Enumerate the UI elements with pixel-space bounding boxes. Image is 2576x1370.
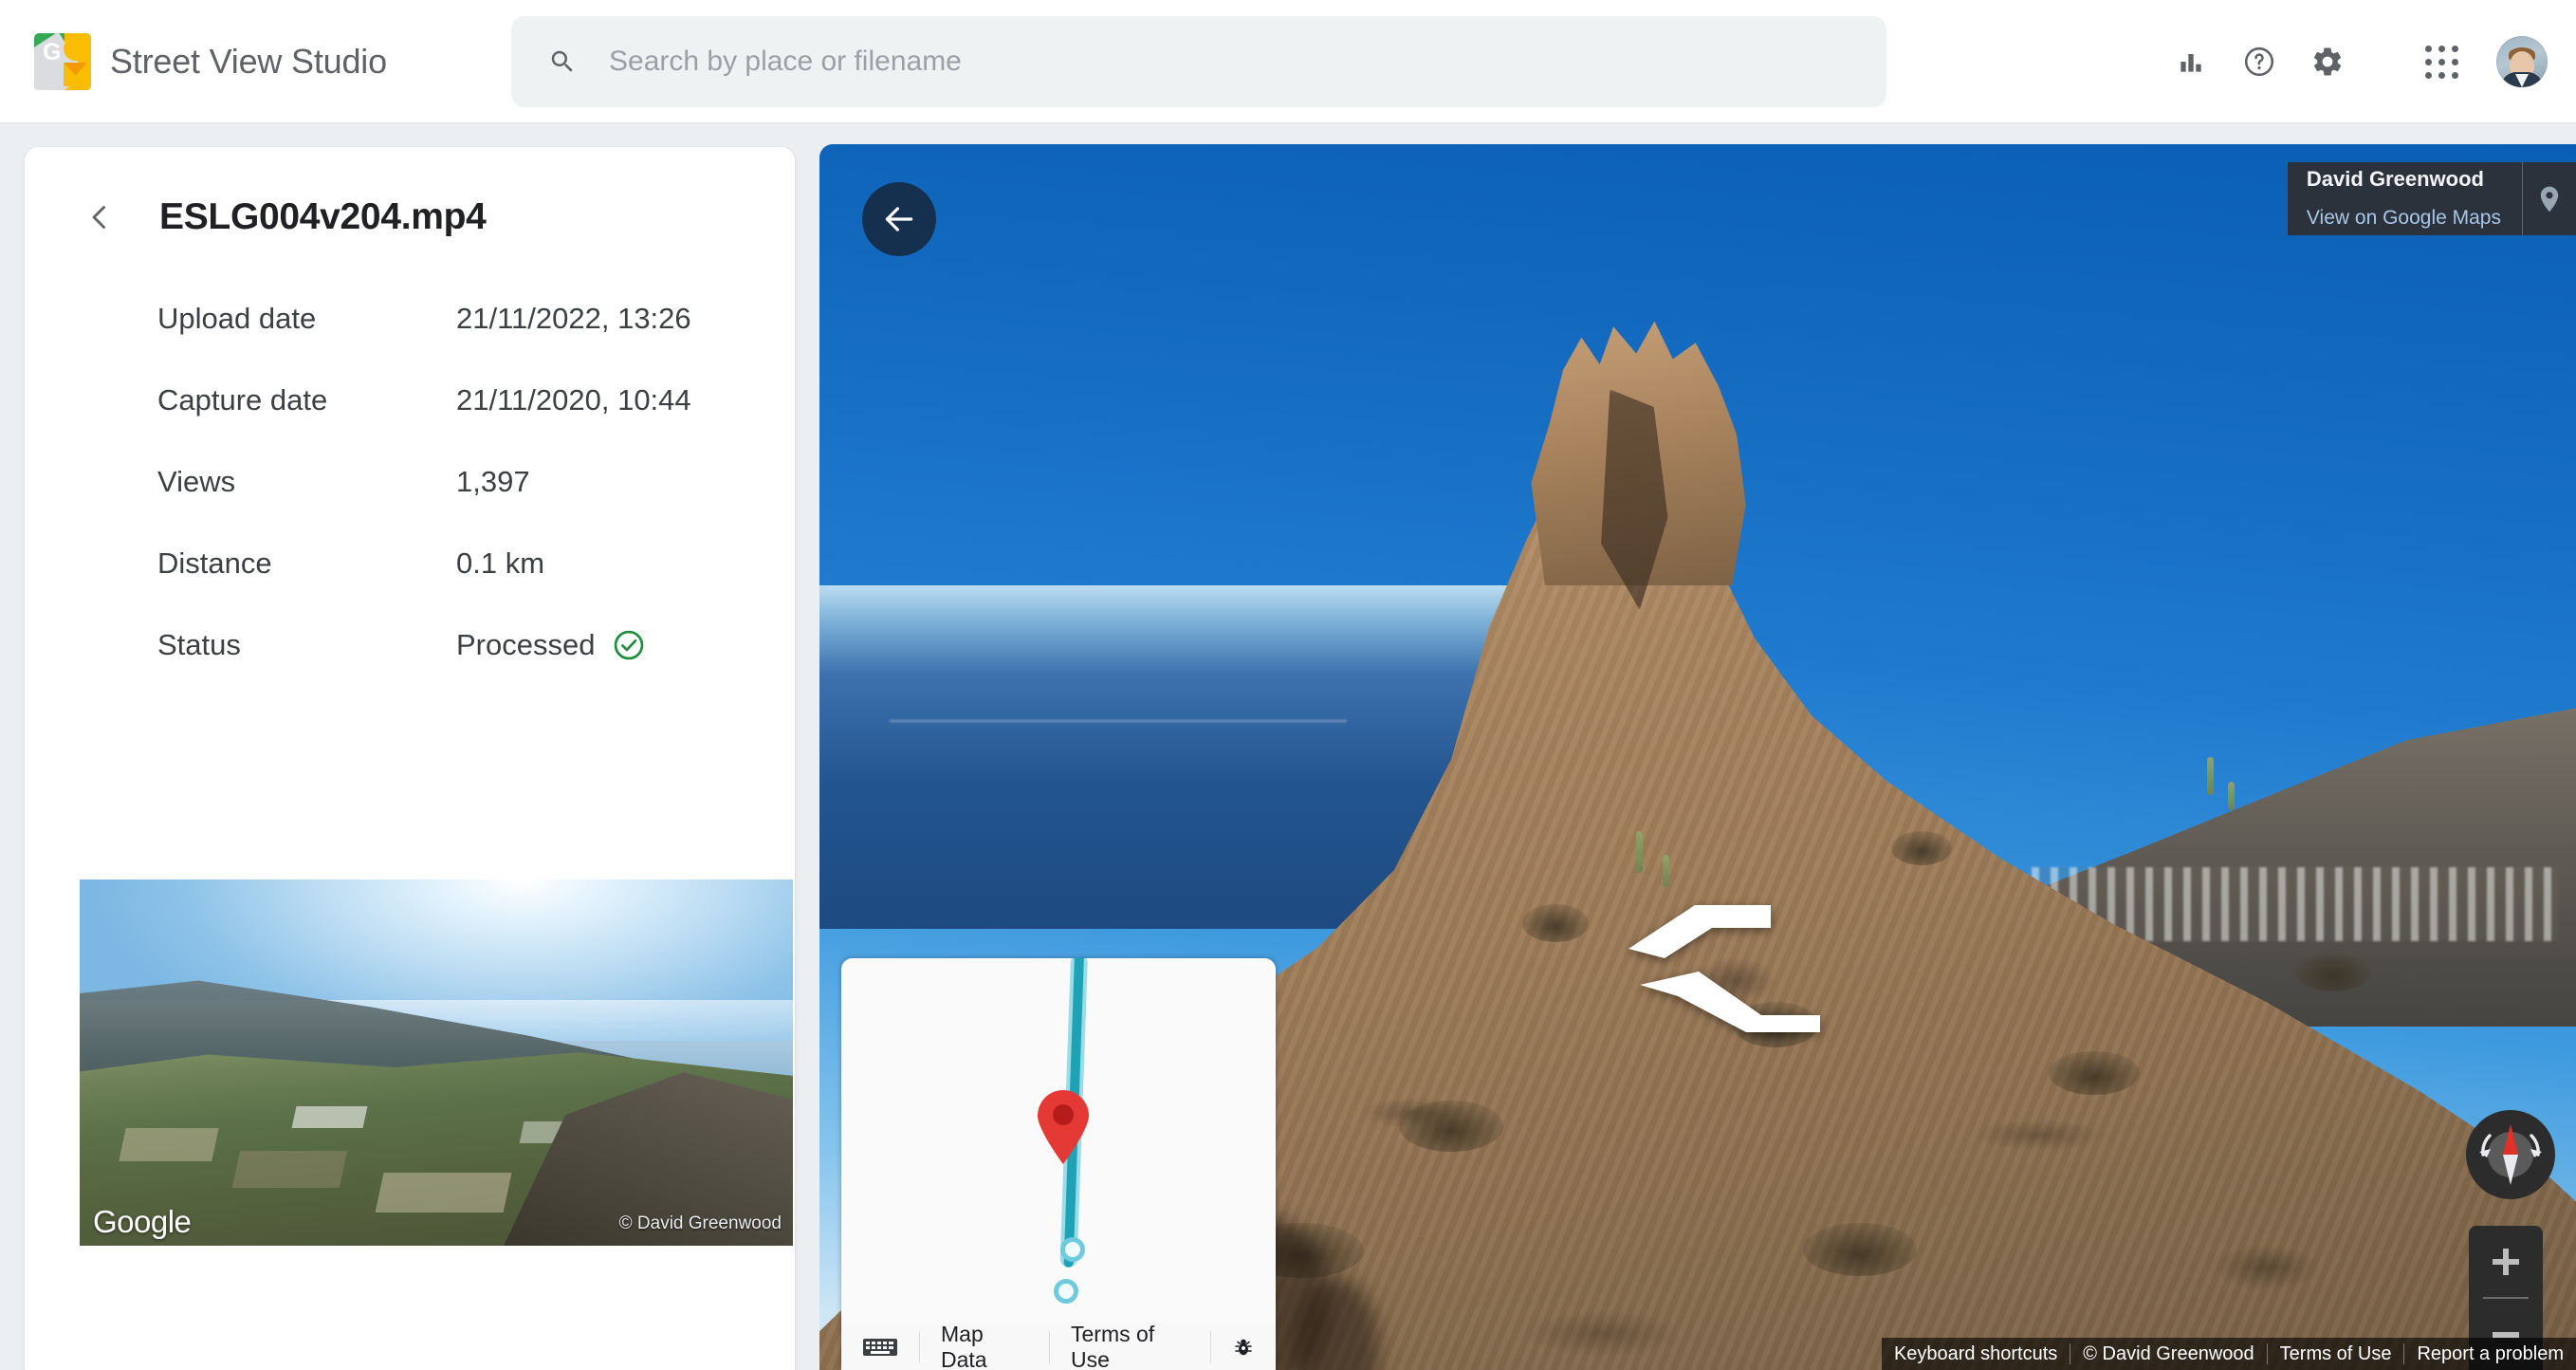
map-marker-icon[interactable] xyxy=(1034,1089,1093,1165)
check-circle-icon xyxy=(612,628,646,662)
minimap-nearby-node[interactable] xyxy=(1060,1237,1085,1262)
minimap[interactable]: Map Data Terms of Use xyxy=(841,958,1276,1370)
top-app-bar: G Street View Studio xyxy=(0,0,2576,123)
search-input[interactable] xyxy=(609,46,1858,78)
brand-logo-group[interactable]: G Street View Studio xyxy=(34,32,387,90)
minimap-nearby-node[interactable] xyxy=(1054,1279,1078,1304)
google-watermark: Google xyxy=(93,1204,192,1239)
gear-icon[interactable] xyxy=(2293,28,2362,96)
copyright-label: © David Greenwood xyxy=(2070,1343,2266,1364)
metadata-label: Status xyxy=(157,628,241,661)
metadata-row-status: Status Processed xyxy=(157,604,795,686)
user-avatar[interactable] xyxy=(2496,36,2548,87)
terms-of-use-link[interactable]: Terms of Use xyxy=(2266,1343,2404,1364)
metadata-list: Upload date 21/11/2022, 13:26 Capture da… xyxy=(25,278,795,686)
video-thumbnail[interactable]: Google © David Greenwood xyxy=(80,879,793,1246)
view-on-google-maps-link[interactable]: View on Google Maps xyxy=(2307,208,2501,228)
metadata-row-upload-date: Upload date 21/11/2022, 13:26 xyxy=(157,278,795,360)
chevron-left-icon[interactable] xyxy=(83,201,116,233)
keyboard-icon[interactable] xyxy=(841,1331,919,1363)
attribution-text: David Greenwood View on Google Maps xyxy=(2288,162,2523,235)
search-icon xyxy=(548,47,577,76)
attribution-overlay: David Greenwood View on Google Maps xyxy=(2287,162,2576,235)
street-view-panorama[interactable]: David Greenwood View on Google Maps Map … xyxy=(819,144,2576,1370)
minimap-map-data-link[interactable]: Map Data xyxy=(919,1322,1049,1370)
legal-bar: Keyboard shortcuts © David Greenwood Ter… xyxy=(1881,1338,2576,1370)
bug-report-icon[interactable] xyxy=(1210,1331,1276,1363)
metadata-label: Capture date xyxy=(157,383,328,417)
street-view-logo-icon: G xyxy=(34,32,91,90)
page-title: ESLG004v204.mp4 xyxy=(159,196,487,237)
zoom-in-button[interactable] xyxy=(2469,1226,2543,1297)
app-title: Street View Studio xyxy=(110,41,387,81)
metadata-label: Upload date xyxy=(157,302,317,335)
bar-chart-icon[interactable] xyxy=(2157,28,2225,96)
panel-header: ESLG004v204.mp4 xyxy=(25,147,795,238)
compass-icon[interactable] xyxy=(2466,1110,2555,1199)
viewer-back-button[interactable] xyxy=(862,182,936,256)
metadata-label: Distance xyxy=(157,546,272,580)
minimap-terms-link[interactable]: Terms of Use xyxy=(1049,1322,1210,1370)
search-bar[interactable] xyxy=(511,16,1886,107)
status-text: Processed xyxy=(456,628,596,661)
status-badge: Processed xyxy=(456,628,646,662)
attribution-author: David Greenwood xyxy=(2306,167,2484,191)
arrow-left-icon xyxy=(885,207,913,231)
metadata-row-distance: Distance 0.1 km xyxy=(157,523,795,604)
apps-grid-icon[interactable] xyxy=(2407,28,2475,96)
minimap-footer: Map Data Terms of Use xyxy=(841,1322,1276,1370)
top-bar-actions xyxy=(2157,0,2548,123)
metadata-value: 0.1 km xyxy=(456,546,545,580)
metadata-value: 1,397 xyxy=(456,465,530,498)
help-circle-icon[interactable] xyxy=(2225,28,2293,96)
keyboard-shortcuts-link[interactable]: Keyboard shortcuts xyxy=(1882,1343,2070,1364)
thumbnail-credit: © David Greenwood xyxy=(618,1213,782,1233)
metadata-value: 21/11/2020, 10:44 xyxy=(456,383,691,417)
metadata-row-views: Views 1,397 xyxy=(157,441,795,523)
file-detail-panel: ESLG004v204.mp4 Upload date 21/11/2022, … xyxy=(25,147,795,1370)
report-problem-link[interactable]: Report a problem xyxy=(2403,1343,2576,1364)
logo-letter: G xyxy=(43,38,62,65)
metadata-label: Views xyxy=(157,465,236,498)
street-view-chevron-icon[interactable] xyxy=(1640,968,1858,1034)
metadata-value: 21/11/2022, 13:26 xyxy=(456,302,691,335)
map-pin-icon[interactable] xyxy=(2523,162,2576,235)
street-view-chevron-icon[interactable] xyxy=(1628,894,1847,960)
metadata-row-capture-date: Capture date 21/11/2020, 10:44 xyxy=(157,360,795,441)
